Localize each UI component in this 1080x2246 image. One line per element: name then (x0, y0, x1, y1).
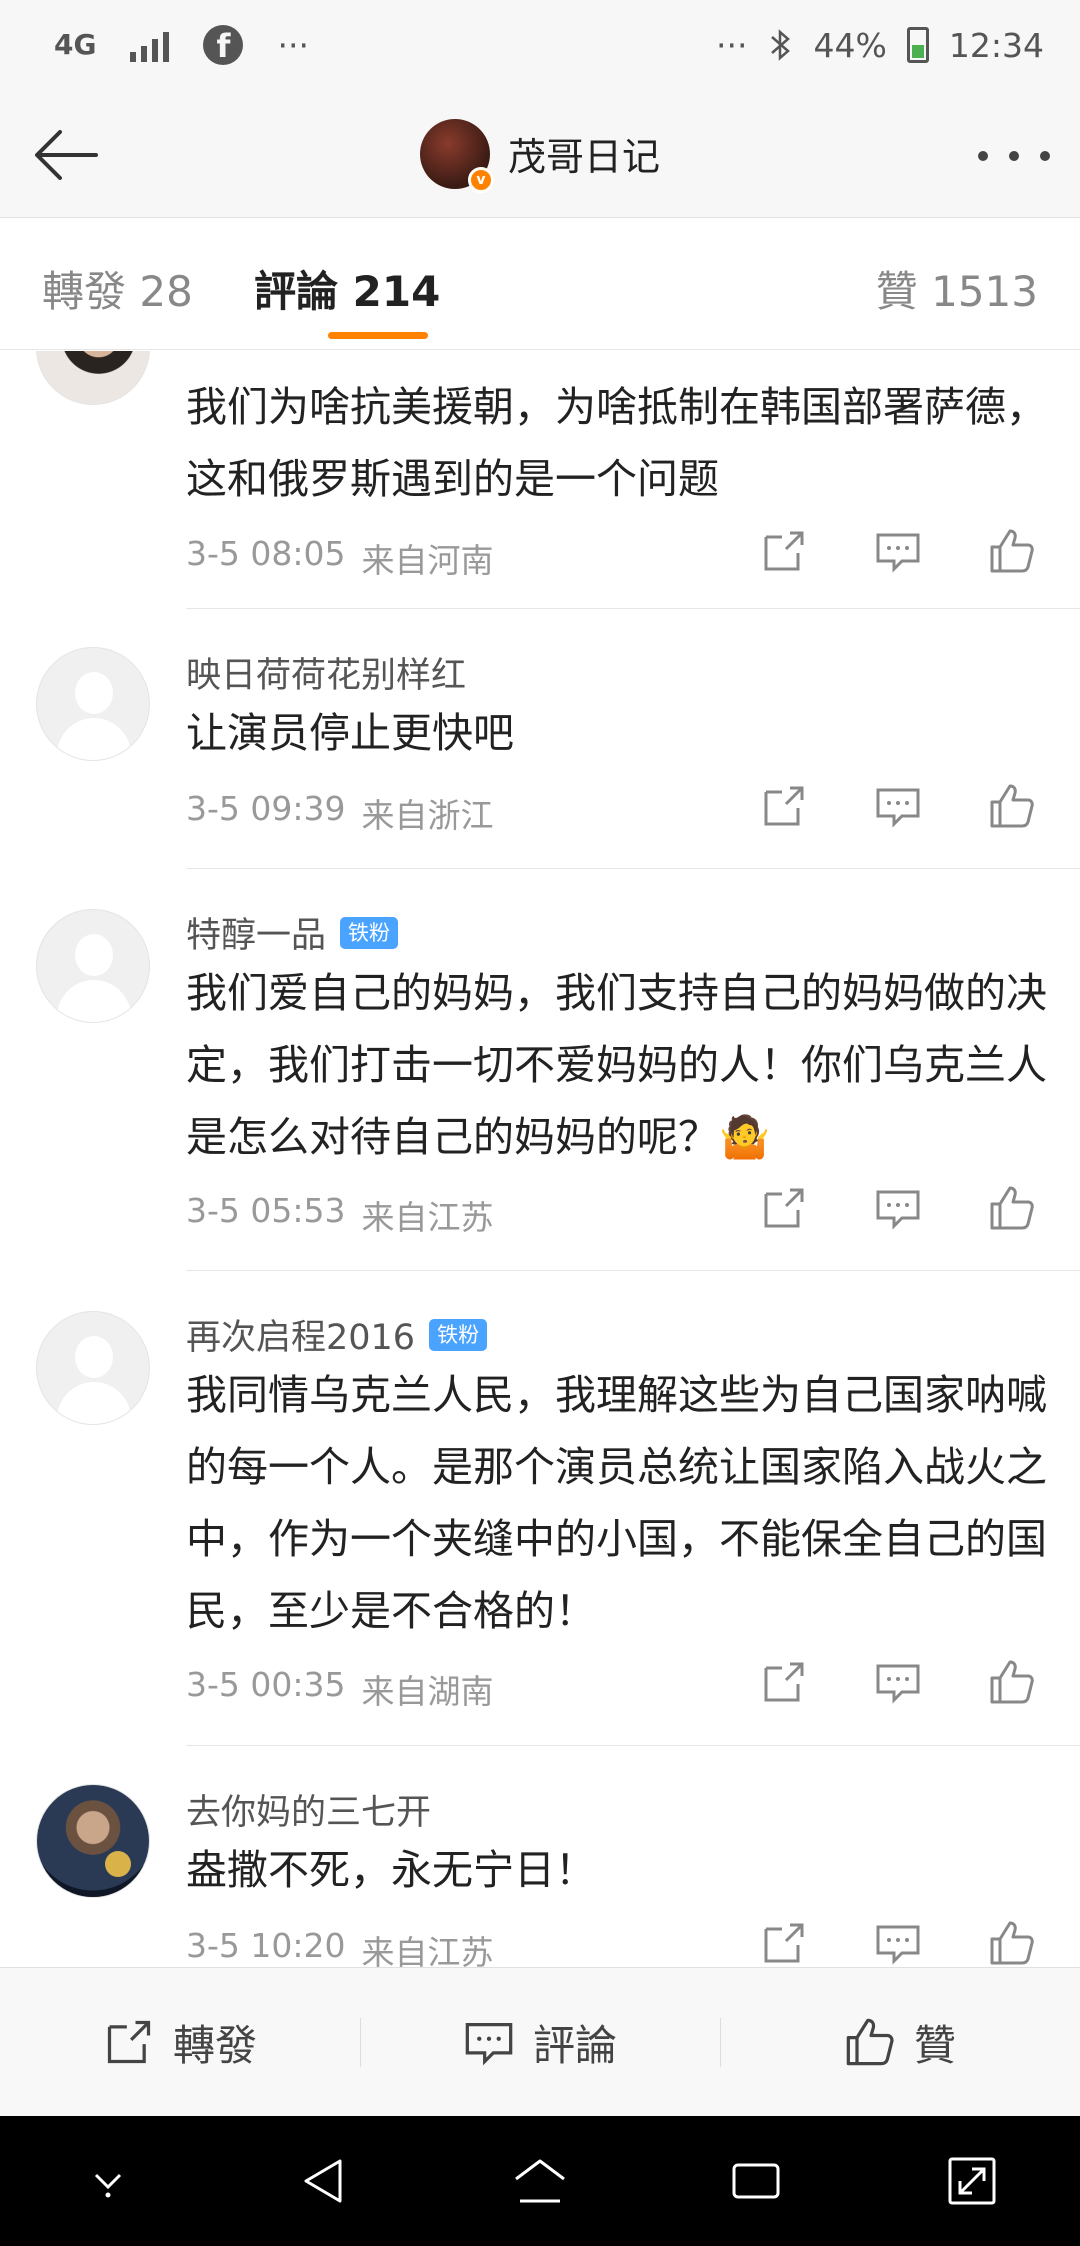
comment-username[interactable]: 再次启程2016 铁粉 (186, 1309, 488, 1360)
rotate-screen-icon[interactable] (942, 2151, 1002, 2211)
comment-text: 让演员停止更快吧 (186, 709, 514, 757)
comment-item: 特醇一品 铁粉 我们爱自己的妈妈，我们支持自己的妈妈做的决定，我们打击一切不爱妈… (0, 869, 1080, 1271)
avatar[interactable] (36, 909, 150, 1023)
tab-likes[interactable]: 贊 1513 (876, 258, 1038, 319)
comment-username[interactable]: 去你妈的三七开 (186, 1784, 431, 1835)
bluetooth-icon (770, 29, 790, 61)
status-more-dots: ··· (277, 25, 309, 65)
comment-icon[interactable] (874, 1919, 922, 1967)
like-button[interactable]: 贊 (720, 2012, 1080, 2073)
like-icon[interactable] (988, 782, 1036, 830)
comment-icon (465, 2023, 513, 2066)
clock: 12:34 (948, 25, 1044, 65)
back-arrow-icon[interactable] (30, 120, 100, 190)
tab-bar: 轉發 28 評論 214 贊 1513 (0, 218, 1080, 350)
comment-text: 我们爱自己的妈妈，我们支持自己的妈妈做的决定，我们打击一切不爱妈妈的人！你们乌克… (186, 969, 1047, 1161)
header: v 茂哥日记 (0, 90, 1080, 218)
repost-icon[interactable] (760, 782, 808, 830)
comment-item: 我们为啥抗美援朝，为啥抵制在韩国部署萨德，这和俄罗斯遇到的是一个问题 3-5 0… (0, 351, 1080, 609)
more-options-icon[interactable] (978, 126, 1050, 186)
avatar[interactable] (36, 1784, 150, 1898)
status-bar: 4G f ··· ··· 44% 12:34 (0, 0, 1080, 90)
avatar[interactable] (36, 647, 150, 761)
comment-meta: 3-5 05:53 来自江苏 (186, 1191, 494, 1239)
comment-time: 3-5 05:53 (186, 1191, 346, 1230)
comment-time: 3-5 00:35 (186, 1665, 346, 1704)
bottom-action-bar: 轉發 評論 贊 (0, 1967, 1080, 2116)
comment-meta: 3-5 08:05 来自河南 (186, 534, 494, 582)
back-nav-icon[interactable] (294, 2151, 354, 2211)
comment-location: 来自江苏 (361, 1198, 494, 1237)
comment-text: 我同情乌克兰人民，我理解这些为自己国家呐喊的每一个人。是那个演员总统让国家陷入战… (186, 1371, 1047, 1635)
comment-username[interactable]: 映日荷荷花别样红 (186, 647, 466, 698)
like-icon (846, 2018, 894, 2066)
header-avatar[interactable]: v (419, 118, 494, 193)
repost-icon[interactable] (760, 1658, 808, 1706)
active-tab-indicator (328, 332, 428, 339)
status-right-dots: ··· (716, 25, 748, 65)
verified-badge: v (467, 166, 494, 193)
page-title[interactable]: 茂哥日记 (508, 126, 660, 181)
battery-icon (906, 27, 929, 63)
comment-list[interactable]: 我们为啥抗美援朝，为啥抵制在韩国部署萨德，这和俄罗斯遇到的是一个问题 3-5 0… (0, 351, 1080, 1967)
repost-icon[interactable] (760, 1184, 808, 1232)
fan-badge: 铁粉 (340, 916, 399, 949)
comment-icon[interactable] (874, 1658, 922, 1706)
comment-icon[interactable] (874, 527, 922, 575)
like-icon[interactable] (988, 1919, 1036, 1967)
comment-item: 去你妈的三七开 盎撒不死，永无宁日！ 3-5 10:20 来自江苏 (0, 1746, 1080, 1967)
comment-location: 来自浙江 (361, 796, 494, 835)
network-indicator: 4G (54, 28, 97, 61)
facebook-icon: f (203, 25, 244, 65)
repost-button[interactable]: 轉發 (0, 2012, 360, 2073)
repost-icon[interactable] (760, 527, 808, 575)
signal-icon (130, 28, 170, 62)
comment-location: 来自湖南 (361, 1672, 494, 1711)
avatar[interactable] (36, 351, 150, 405)
comment-username[interactable]: 特醇一品 铁粉 (186, 907, 399, 958)
comment-actions (760, 1658, 1036, 1706)
comment-button[interactable]: 評論 (360, 2012, 720, 2073)
hide-keyboard-icon[interactable] (78, 2151, 138, 2211)
comment-item: 映日荷荷花别样红 让演员停止更快吧 3-5 09:39 来自浙江 (0, 609, 1080, 869)
comment-text: 盎撒不死，永无宁日！ (186, 1846, 596, 1894)
repost-icon (107, 2020, 151, 2064)
tab-reposts[interactable]: 轉發 28 (42, 258, 193, 319)
repost-label: 轉發 (172, 2020, 257, 2070)
like-icon[interactable] (988, 1184, 1036, 1232)
comment-meta: 3-5 10:20 来自江苏 (186, 1926, 494, 1967)
like-label: 贊 (913, 2020, 956, 2070)
fan-badge: 铁粉 (429, 1318, 488, 1351)
comment-label: 評論 (532, 2020, 617, 2070)
avatar[interactable] (36, 1311, 150, 1425)
comment-time: 3-5 09:39 (186, 789, 346, 828)
like-icon[interactable] (988, 1658, 1036, 1706)
comment-meta: 3-5 09:39 来自浙江 (186, 789, 494, 837)
recent-apps-icon[interactable] (726, 2151, 786, 2211)
comment-actions (760, 527, 1036, 575)
comment-time: 3-5 10:20 (186, 1926, 346, 1965)
repost-icon[interactable] (760, 1919, 808, 1967)
comment-actions (760, 1184, 1036, 1232)
comment-meta: 3-5 00:35 来自湖南 (186, 1665, 494, 1713)
comment-location: 来自河南 (361, 541, 494, 580)
home-nav-icon[interactable] (510, 2151, 570, 2211)
like-icon[interactable] (988, 527, 1036, 575)
comment-location: 来自江苏 (361, 1933, 494, 1967)
comment-icon[interactable] (874, 782, 922, 830)
tab-comments[interactable]: 評論 214 (254, 258, 440, 319)
battery-percent: 44% (813, 25, 887, 65)
comment-text: 我们为啥抗美援朝，为啥抵制在韩国部署萨德，这和俄罗斯遇到的是一个问题 (186, 383, 1047, 503)
comment-time: 3-5 08:05 (186, 534, 346, 573)
comment-icon[interactable] (874, 1184, 922, 1232)
comment-item: 再次启程2016 铁粉 我同情乌克兰人民，我理解这些为自己国家呐喊的每一个人。是… (0, 1271, 1080, 1746)
comment-actions (760, 782, 1036, 830)
system-nav-bar (0, 2116, 1080, 2246)
comment-actions (760, 1919, 1036, 1967)
